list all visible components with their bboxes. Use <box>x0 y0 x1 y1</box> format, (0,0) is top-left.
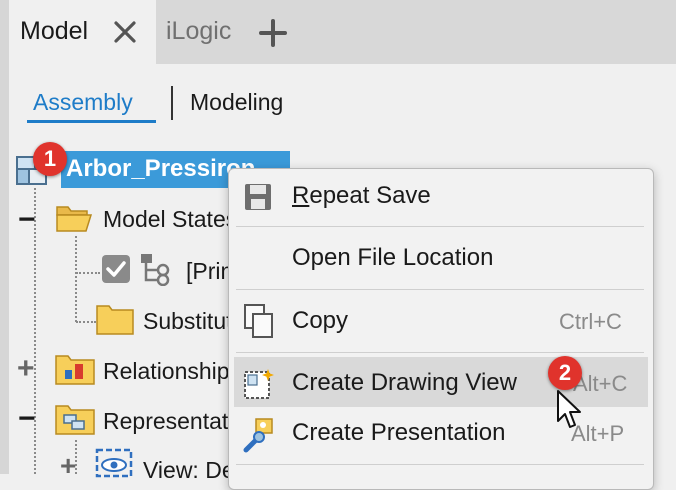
checkbox-checked-icon[interactable] <box>101 254 131 284</box>
tree-item-substitutes[interactable]: Substitutes <box>143 308 229 335</box>
tree-item-representations[interactable]: Representations <box>103 408 229 435</box>
tab-model-label: Model <box>20 17 89 45</box>
model-state-tree-icon <box>141 254 170 286</box>
menu-separator <box>236 352 644 353</box>
collapse-toggle-representations[interactable]: − <box>18 402 36 436</box>
collapse-toggle-model-states[interactable]: − <box>18 203 36 237</box>
menu-separator <box>236 464 644 465</box>
subtab-modeling[interactable]: Modeling <box>190 89 283 116</box>
menu-separator <box>236 226 644 227</box>
tree-connector-primary <box>76 272 100 274</box>
tree-item-primary[interactable]: [Primary] <box>186 258 228 285</box>
menu-item-create-drawing-view[interactable]: Create Drawing View <box>292 369 517 397</box>
step-badge-2: 2 <box>548 356 582 390</box>
tree-item-relationships[interactable]: Relationships <box>103 358 229 385</box>
menu-shortcut-copy: Ctrl+C <box>559 309 622 334</box>
close-icon[interactable] <box>112 19 138 45</box>
menu-item-open-file-location[interactable]: Open File Location <box>292 244 493 272</box>
create-presentation-icon <box>243 418 273 453</box>
representations-folder-icon <box>55 405 95 435</box>
subtab-divider <box>171 86 173 120</box>
subtab-active-underline <box>27 120 156 123</box>
copy-icon <box>244 304 273 338</box>
subtab-assembly[interactable]: Assembly <box>33 89 133 116</box>
create-drawing-view-icon <box>244 369 274 399</box>
tree-connector-model-states <box>75 236 77 322</box>
tree-item-model-states[interactable]: Model States <box>103 206 237 233</box>
relationships-folder-icon <box>55 355 95 385</box>
tab-ilogic[interactable]: iLogic <box>166 17 231 46</box>
tree-connector-substitutes <box>76 321 96 323</box>
window-left-border <box>0 0 9 474</box>
step-badge-1: 1 <box>33 142 67 176</box>
tree-item-view[interactable]: View: Default <box>143 457 229 484</box>
folder-icon <box>96 305 134 335</box>
menu-item-repeat-save-mnemonic: R <box>292 182 310 209</box>
menu-item-repeat-save-label: epeat Save <box>309 182 431 209</box>
menu-item-create-presentation[interactable]: Create Presentation <box>292 419 505 447</box>
open-folder-icon <box>56 206 93 232</box>
expand-toggle-view[interactable]: + <box>60 450 76 482</box>
add-tab-icon[interactable] <box>259 19 287 47</box>
menu-item-repeat-save[interactable]: Repeat Save <box>292 182 431 210</box>
expand-toggle-relationships[interactable]: + <box>17 352 35 386</box>
menu-separator <box>236 289 644 290</box>
mouse-pointer-icon <box>557 390 581 428</box>
menu-item-copy[interactable]: Copy <box>292 307 348 335</box>
save-icon <box>245 184 271 210</box>
